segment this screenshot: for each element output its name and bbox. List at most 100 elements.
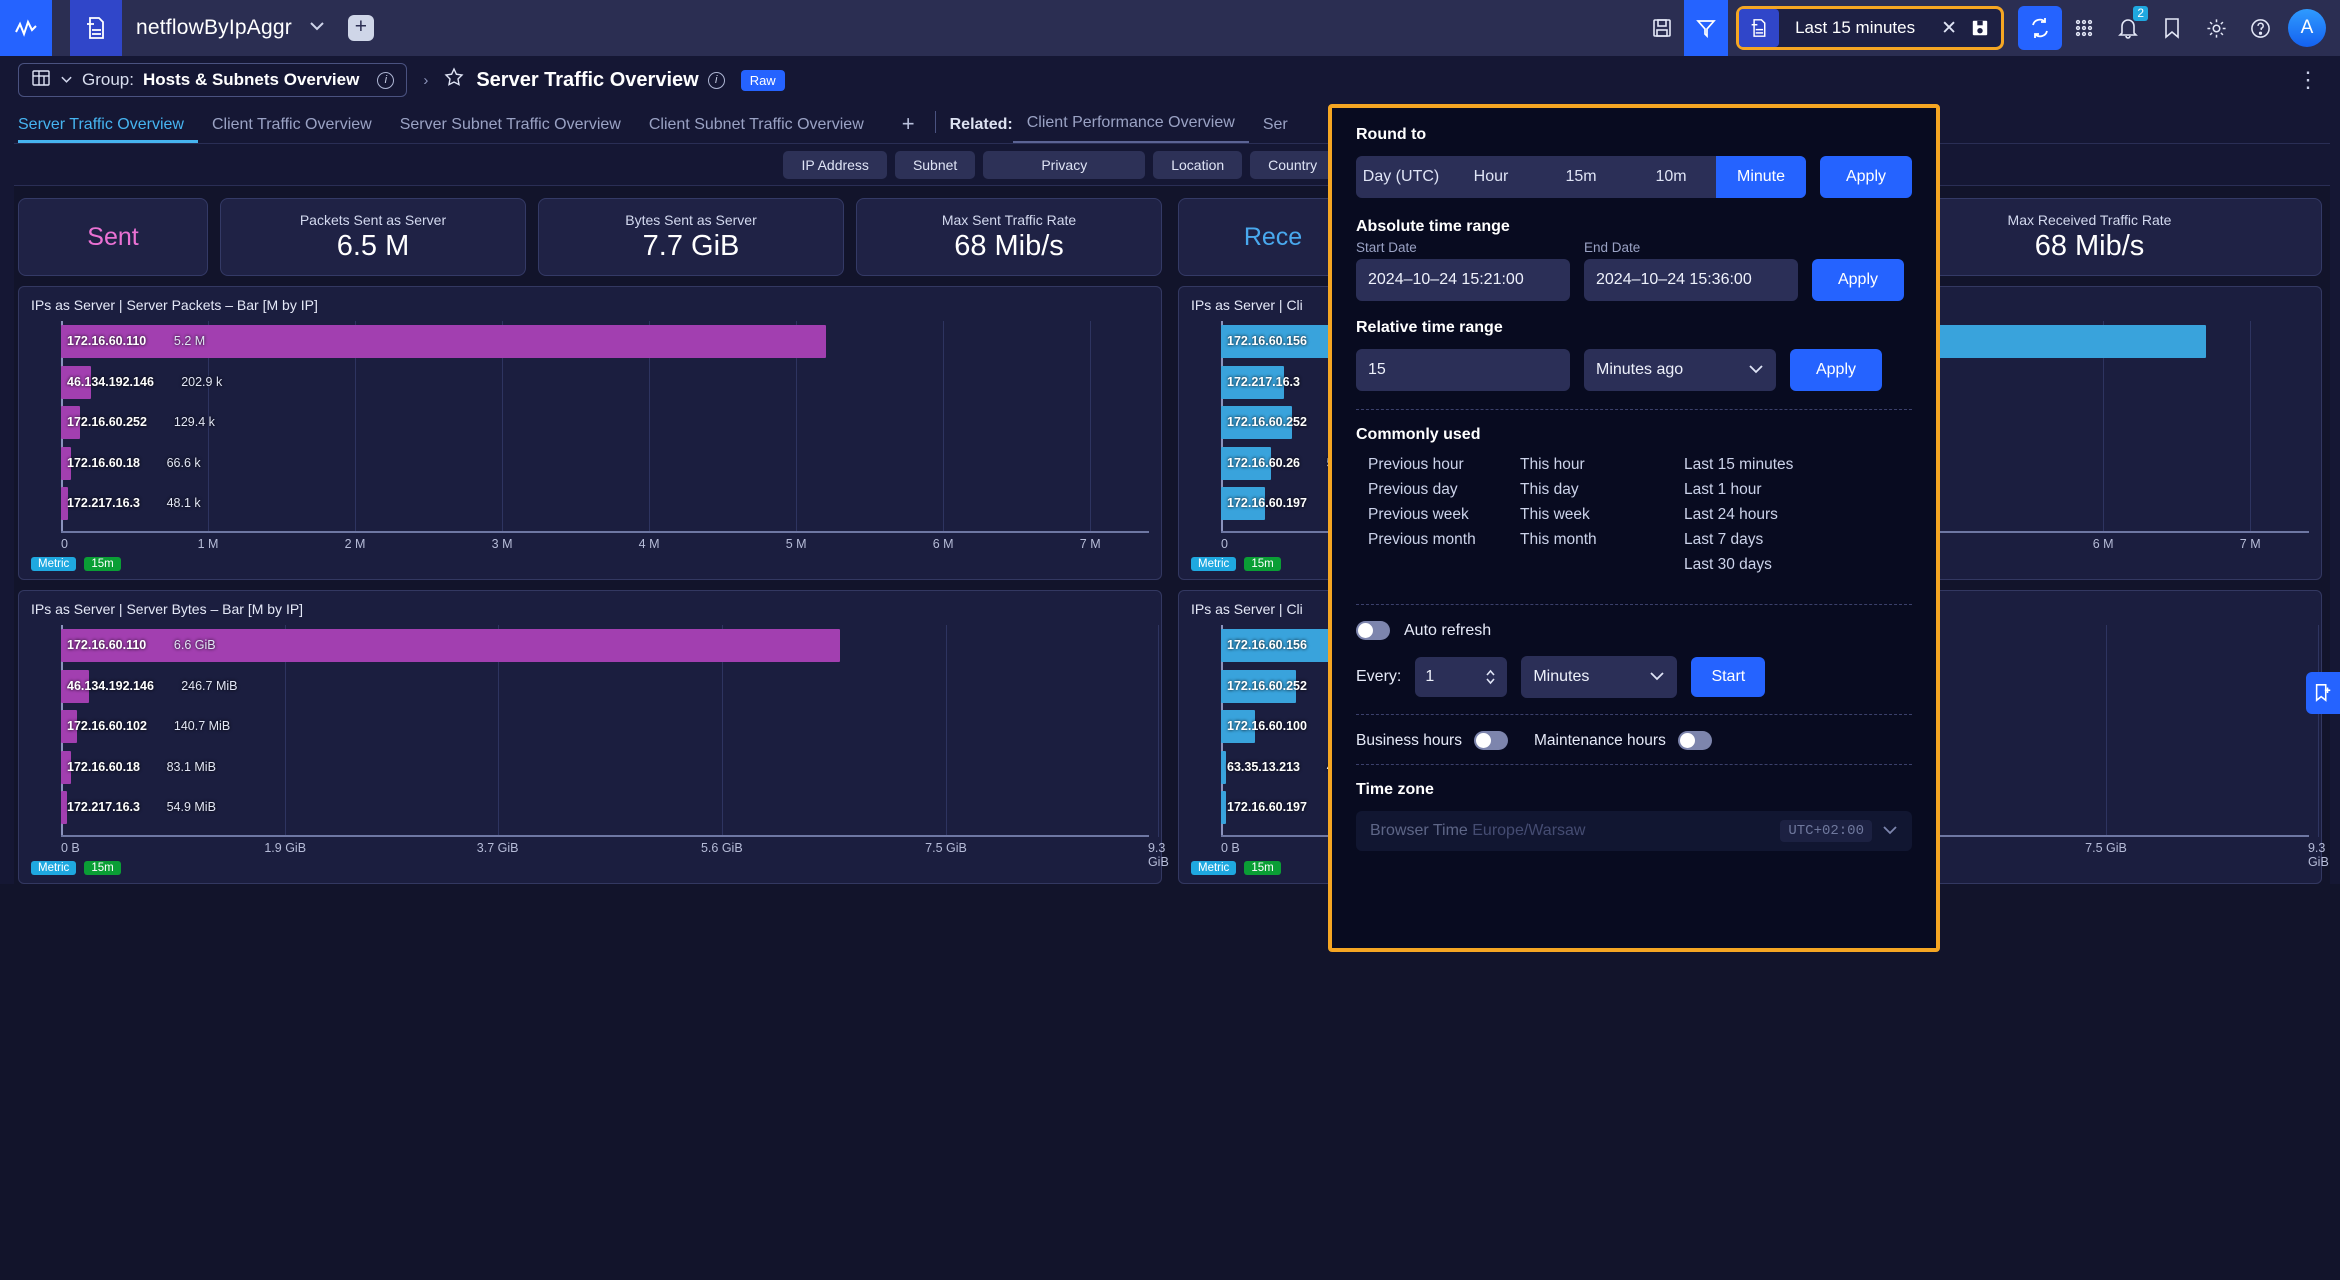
chip-country[interactable]: Country [1250, 150, 1336, 179]
preset-last-7-days[interactable]: Last 7 days [1684, 531, 1793, 549]
more-options-icon[interactable]: ⋮ [2297, 67, 2340, 93]
bar[interactable] [1221, 791, 1226, 824]
help-icon[interactable] [2238, 0, 2282, 56]
chip-privacy[interactable]: Privacy [983, 150, 1146, 179]
group-selector[interactable]: Group: Hosts & Subnets Overview i [18, 63, 408, 97]
end-date-input[interactable]: 2024–10–24 15:36:00 [1584, 259, 1798, 301]
preset-last-24-hours[interactable]: Last 24 hours [1684, 506, 1793, 524]
relative-unit-select[interactable]: Minutes ago [1584, 349, 1776, 391]
chip-ip-address[interactable]: IP Address [783, 150, 887, 179]
kpi-packets-sent-as-server: Packets Sent as Server 6.5 M [220, 198, 526, 276]
chart-plot[interactable]: 172.16.60.110 6.6 GiB 46.134.192.146 246.7 … [61, 625, 1160, 837]
preset-last-15-minutes[interactable]: Last 15 minutes [1684, 456, 1793, 474]
preset-previous-week[interactable]: Previous week [1368, 506, 1520, 524]
preset-last-1-hour[interactable]: Last 1 hour [1684, 481, 1793, 499]
add-dataset-button[interactable]: + [347, 15, 374, 41]
tab-client-traffic-overview[interactable]: Client Traffic Overview [212, 116, 386, 143]
bar-row[interactable]: 172.16.60.252 129.4 k [61, 402, 1149, 443]
time-dataset-icon[interactable] [1739, 9, 1780, 47]
start-date-input[interactable]: 2024–10–24 15:21:00 [1356, 259, 1570, 301]
chip-subnet[interactable]: Subnet [894, 150, 976, 179]
refresh-interval-stepper[interactable]: 1 [1415, 657, 1508, 697]
relative-amount-input[interactable]: 15 [1356, 349, 1570, 391]
absolute-apply-button[interactable]: Apply [1812, 259, 1904, 301]
refresh-unit-select[interactable]: Minutes [1521, 656, 1678, 698]
close-icon[interactable]: ✕ [1931, 17, 1967, 40]
raw-badge[interactable]: Raw [740, 69, 785, 91]
round-option-hour[interactable]: Hour [1446, 156, 1536, 198]
preset-this-month[interactable]: This month [1520, 531, 1684, 549]
stepper-arrows-icon[interactable] [1484, 667, 1497, 687]
chevron-down-icon[interactable] [60, 71, 73, 89]
dataset-icon[interactable] [70, 0, 122, 56]
dataset-name[interactable]: netflowByIpAggr [136, 16, 292, 40]
business-hours-toggle[interactable] [1473, 731, 1508, 750]
bar-row[interactable]: 172.217.16.3 48.1 k [61, 483, 1149, 524]
avatar[interactable]: A [2288, 9, 2326, 47]
timezone-heading: Time zone [1356, 781, 1434, 798]
time-range-selector[interactable]: Last 15 minutes ✕ [1736, 6, 2004, 50]
auto-refresh-toggle[interactable] [1356, 621, 1390, 640]
gear-icon[interactable] [2194, 0, 2238, 56]
filter-icon[interactable] [1684, 0, 1729, 56]
round-option-15m[interactable]: 15m [1536, 156, 1626, 198]
add-tab-button[interactable]: + [902, 111, 915, 143]
tab-server-subnet-traffic-overview[interactable]: Server Subnet Traffic Overview [400, 116, 635, 143]
kpi-value: 7.7 GiB [642, 229, 740, 262]
save-icon[interactable] [1640, 0, 1684, 56]
bookmark-icon[interactable] [2150, 0, 2194, 56]
commonly-used-column-last: Last 15 minutes Last 1 hour Last 24 hour… [1684, 456, 1793, 574]
bar-category-label: 172.16.60.18 [67, 455, 140, 470]
bar-row[interactable]: 46.134.192.146 246.7 MiB [61, 666, 1149, 707]
x-axis-tick: 0 B [61, 841, 80, 855]
start-auto-refresh-button[interactable]: Start [1691, 657, 1766, 697]
chip-location[interactable]: Location [1153, 150, 1243, 179]
bar-row[interactable]: 172.16.60.18 83.1 MiB [61, 747, 1149, 788]
relative-apply-button[interactable]: Apply [1790, 349, 1882, 391]
preset-previous-month[interactable]: Previous month [1368, 531, 1520, 549]
preset-previous-hour[interactable]: Previous hour [1368, 456, 1520, 474]
bar-row[interactable]: 172.16.60.18 66.6 k [61, 443, 1149, 484]
round-to-segmented-control[interactable]: Day (UTC) Hour 15m 10m Minute [1356, 156, 1806, 198]
star-outline-icon[interactable] [444, 67, 464, 93]
bar-row[interactable]: 172.16.60.110 5.2 M [61, 321, 1149, 362]
bar-row[interactable]: 172.16.60.110 6.6 GiB [61, 625, 1149, 666]
bar-row[interactable]: 46.134.192.146 202.9 k [61, 362, 1149, 403]
bar-row[interactable]: 172.16.60.102 140.7 MiB [61, 706, 1149, 747]
chart-panel-server-packets: IPs as Server | Server Packets – Bar [M … [18, 286, 1162, 580]
app-logo-icon[interactable] [0, 0, 52, 56]
timezone-select[interactable]: Browser Time Europe/Warsaw UTC+02:00 [1356, 811, 1912, 851]
preset-this-week[interactable]: This week [1520, 506, 1684, 524]
tab-client-subnet-traffic-overview[interactable]: Client Subnet Traffic Overview [649, 116, 878, 143]
refresh-icon[interactable] [2018, 6, 2062, 50]
maintenance-hours-toggle[interactable] [1677, 731, 1712, 750]
apps-grid-icon[interactable] [2062, 0, 2106, 56]
related-tab-client-performance-overview[interactable]: Client Performance Overview [1012, 114, 1249, 143]
bar[interactable] [1221, 750, 1226, 784]
round-option-10m[interactable]: 10m [1626, 156, 1716, 198]
bell-icon[interactable]: 2 [2106, 0, 2150, 56]
related-tab-truncated[interactable]: Ser [1249, 116, 1302, 143]
round-to-heading: Round to [1356, 126, 1427, 143]
save-time-icon[interactable] [1967, 19, 2001, 37]
time-picker-panel[interactable]: Round to Day (UTC) Hour 15m 10m Minute A… [1328, 104, 1940, 952]
bar-row[interactable]: 172.217.16.3 54.9 MiB [61, 787, 1149, 828]
bar-value-label: 48.1 k [166, 496, 201, 511]
time-range-label[interactable]: Last 15 minutes [1779, 18, 1931, 38]
tab-server-traffic-overview[interactable]: Server Traffic Overview [18, 116, 198, 143]
chart-plot[interactable]: 172.16.60.110 5.2 M 46.134.192.146 202.9 k 1… [61, 321, 1149, 533]
info-icon[interactable]: i [377, 71, 395, 89]
round-to-apply-button[interactable]: Apply [1820, 156, 1912, 198]
round-option-minute[interactable]: Minute [1716, 156, 1806, 198]
bar-category-label: 172.217.16.3 [67, 496, 140, 511]
round-option-day-utc[interactable]: Day (UTC) [1356, 156, 1446, 198]
status-badge: Metric [1191, 861, 1237, 875]
chevron-down-icon[interactable] [308, 19, 326, 37]
preset-this-day[interactable]: This day [1520, 481, 1684, 499]
bookmark-add-icon[interactable] [2306, 672, 2340, 714]
preset-previous-day[interactable]: Previous day [1368, 481, 1520, 499]
preset-this-hour[interactable]: This hour [1520, 456, 1684, 474]
bar-category-label: 172.217.16.3 [67, 800, 140, 815]
preset-last-30-days[interactable]: Last 30 days [1684, 556, 1793, 574]
info-icon[interactable]: i [707, 71, 725, 89]
